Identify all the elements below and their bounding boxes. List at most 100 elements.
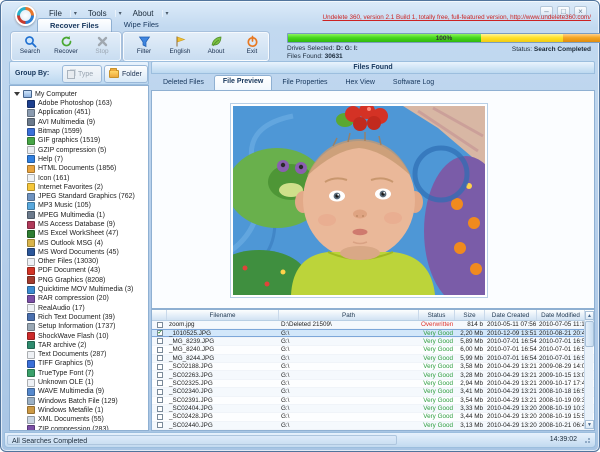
group-by-type-button[interactable]: Type: [62, 65, 102, 83]
resize-grip[interactable]: [584, 436, 592, 444]
tree-item[interactable]: Unknown OLE (1): [14, 378, 146, 387]
chevron-down-icon[interactable]: ▾: [70, 10, 80, 17]
table-row[interactable]: _SC02340.JPG G:\ Very Good 3,41 Mb 2010-…: [152, 388, 594, 396]
table-row[interactable]: _MG_8244.JPG G:\ Very Good 5,99 Mb 2010-…: [152, 355, 594, 363]
tree-item[interactable]: Other Files (13030): [14, 257, 146, 266]
app-tab[interactable]: Wipe Files: [112, 18, 171, 32]
tree-item[interactable]: WAVE Multimedia (9): [14, 387, 146, 396]
content-tab[interactable]: File Properties: [274, 77, 335, 90]
tree-item[interactable]: RealAudio (17): [14, 304, 146, 313]
tree-item[interactable]: AVI Multimedia (9): [14, 118, 146, 127]
cell-path: G:\: [279, 430, 419, 431]
column-date-created[interactable]: Date Created: [485, 310, 537, 320]
scrollbar-thumb[interactable]: [585, 321, 594, 347]
tree-item[interactable]: MPEG Multimedia (1): [14, 211, 146, 220]
tree-item[interactable]: Setup Information (1737): [14, 322, 146, 331]
table-row[interactable]: _SC02465.JPG G:\ Very Good 3,44 Mb 2010-…: [152, 430, 594, 431]
tree-item[interactable]: Application (451): [14, 108, 146, 117]
table-scrollbar[interactable]: ▲ ▼: [584, 311, 593, 429]
group-by-folder-button[interactable]: Folder: [104, 65, 148, 83]
filter-button[interactable]: Filter: [127, 33, 161, 60]
table-row[interactable]: _SC02391.JPG G:\ Very Good 3,54 Mb 2010-…: [152, 397, 594, 405]
column-size[interactable]: Size: [455, 310, 485, 320]
tree-item[interactable]: MP3 Music (105): [14, 201, 146, 210]
row-checkbox[interactable]: [157, 347, 163, 353]
table-row[interactable]: _SC02325.JPG G:\ Very Good 2,94 Mb 2010-…: [152, 380, 594, 388]
scroll-down-icon[interactable]: ▼: [585, 420, 594, 429]
file-type-icon: [27, 323, 35, 331]
search-button[interactable]: Search: [13, 33, 47, 60]
table-row[interactable]: _1010525.JPG G:\ Very Good 2,20 Mb 2010-…: [152, 329, 594, 337]
tree-item[interactable]: Help (7): [14, 155, 146, 164]
row-checkbox[interactable]: [157, 422, 163, 428]
tree-item[interactable]: Text Documents (287): [14, 350, 146, 359]
tree-item[interactable]: GZIP compression (5): [14, 145, 146, 154]
tree-item[interactable]: XML Documents (55): [14, 415, 146, 424]
content-tab[interactable]: Deleted Files: [155, 77, 212, 90]
row-checkbox[interactable]: [157, 380, 163, 386]
tree-item[interactable]: JPEG Standard Graphics (762): [14, 192, 146, 201]
tree-item[interactable]: MS Access Database (9): [14, 220, 146, 229]
row-checkbox[interactable]: [157, 389, 163, 395]
tree-root-my-computer[interactable]: My Computer: [14, 89, 146, 99]
table-row[interactable]: _SC02188.JPG G:\ Very Good 3,58 Mb 2010-…: [152, 363, 594, 371]
row-checkbox[interactable]: [157, 364, 163, 370]
table-row[interactable]: _MG_8240.JPG G:\ Very Good 6,00 Mb 2010-…: [152, 346, 594, 354]
table-row[interactable]: _MG_8239.JPG G:\ Very Good 5,89 Mb 2010-…: [152, 338, 594, 346]
row-checkbox[interactable]: [157, 322, 163, 328]
tree-item[interactable]: TAR archive (2): [14, 341, 146, 350]
exit-button[interactable]: Exit: [235, 33, 269, 60]
tree-item[interactable]: TIFF Graphics (5): [14, 359, 146, 368]
column-date-modified[interactable]: Date Modified: [537, 310, 585, 320]
tree-item[interactable]: MS Outlook MSG (4): [14, 238, 146, 247]
content-tab[interactable]: Hex View: [337, 77, 382, 90]
tree-item[interactable]: Bitmap (1599): [14, 127, 146, 136]
tree-item[interactable]: PDF Document (43): [14, 266, 146, 275]
tree-item[interactable]: MS Excel WorkSheet (47): [14, 229, 146, 238]
scroll-up-icon[interactable]: ▲: [585, 311, 594, 320]
tree-item[interactable]: Adobe Photoshop (163): [14, 99, 146, 108]
tree-item[interactable]: HTML Documents (1856): [14, 164, 146, 173]
tree-item[interactable]: Rich Text Document (39): [14, 313, 146, 322]
row-checkbox[interactable]: [157, 330, 163, 336]
row-checkbox[interactable]: [157, 406, 163, 412]
tree-item[interactable]: Windows Batch File (129): [14, 397, 146, 406]
row-checkbox[interactable]: [157, 355, 163, 361]
content-tab[interactable]: File Preview: [214, 75, 272, 90]
table-row[interactable]: _SC02404.JPG G:\ Very Good 3,33 Mb 2010-…: [152, 405, 594, 413]
column-checkbox[interactable]: [152, 310, 167, 320]
tree-item[interactable]: GIF graphics (1519): [14, 136, 146, 145]
tree-item[interactable]: MS Word Documents (45): [14, 248, 146, 257]
recover-button[interactable]: Recover: [49, 33, 83, 60]
tree-item[interactable]: PNG Graphics (8208): [14, 276, 146, 285]
table-row[interactable]: _SC02263.JPG G:\ Very Good 3,28 Mb 2010-…: [152, 371, 594, 379]
app-tab[interactable]: Recover Files: [37, 18, 112, 32]
tree-expand-icon[interactable]: [14, 92, 20, 96]
tree-item[interactable]: Icon (161): [14, 173, 146, 182]
table-row[interactable]: _SC02428.JPG G:\ Very Good 3,44 Mb 2010-…: [152, 413, 594, 421]
column-filename[interactable]: Filename: [167, 310, 279, 320]
tree-item[interactable]: RAR compression (20): [14, 294, 146, 303]
table-row[interactable]: zoom.jpg D:\Deleted 21509\ Overwritten 8…: [152, 321, 594, 329]
toolbar: Search Recover Stop Filter English About…: [9, 32, 593, 61]
cell-path: G:\: [279, 355, 419, 362]
content-tab[interactable]: Software Log: [385, 77, 442, 90]
row-checkbox[interactable]: [157, 397, 163, 403]
table-row[interactable]: _SC02440.JPG G:\ Very Good 3,13 Mb 2010-…: [152, 422, 594, 430]
tree-item[interactable]: Internet Favorites (2): [14, 183, 146, 192]
tree-item[interactable]: Quicktime MOV Multimedia (3): [14, 285, 146, 294]
tree-item[interactable]: Windows Metafile (1): [14, 406, 146, 415]
row-checkbox[interactable]: [157, 338, 163, 344]
tree-item[interactable]: ZIP compression (283): [14, 424, 146, 431]
chevron-down-icon[interactable]: ▾: [115, 10, 125, 17]
tree-item[interactable]: ShockWave Flash (10): [14, 331, 146, 340]
chevron-down-icon[interactable]: ▾: [162, 10, 172, 17]
tree-item[interactable]: TrueType Font (7): [14, 369, 146, 378]
row-checkbox[interactable]: [157, 372, 163, 378]
about-button[interactable]: About: [199, 33, 233, 60]
product-website-link[interactable]: Undelete 360, version 2.1 Build 1, total…: [323, 14, 591, 21]
column-status[interactable]: Status: [419, 310, 455, 320]
column-path[interactable]: Path: [279, 310, 419, 320]
language-button[interactable]: English: [163, 33, 197, 60]
row-checkbox[interactable]: [157, 414, 163, 420]
